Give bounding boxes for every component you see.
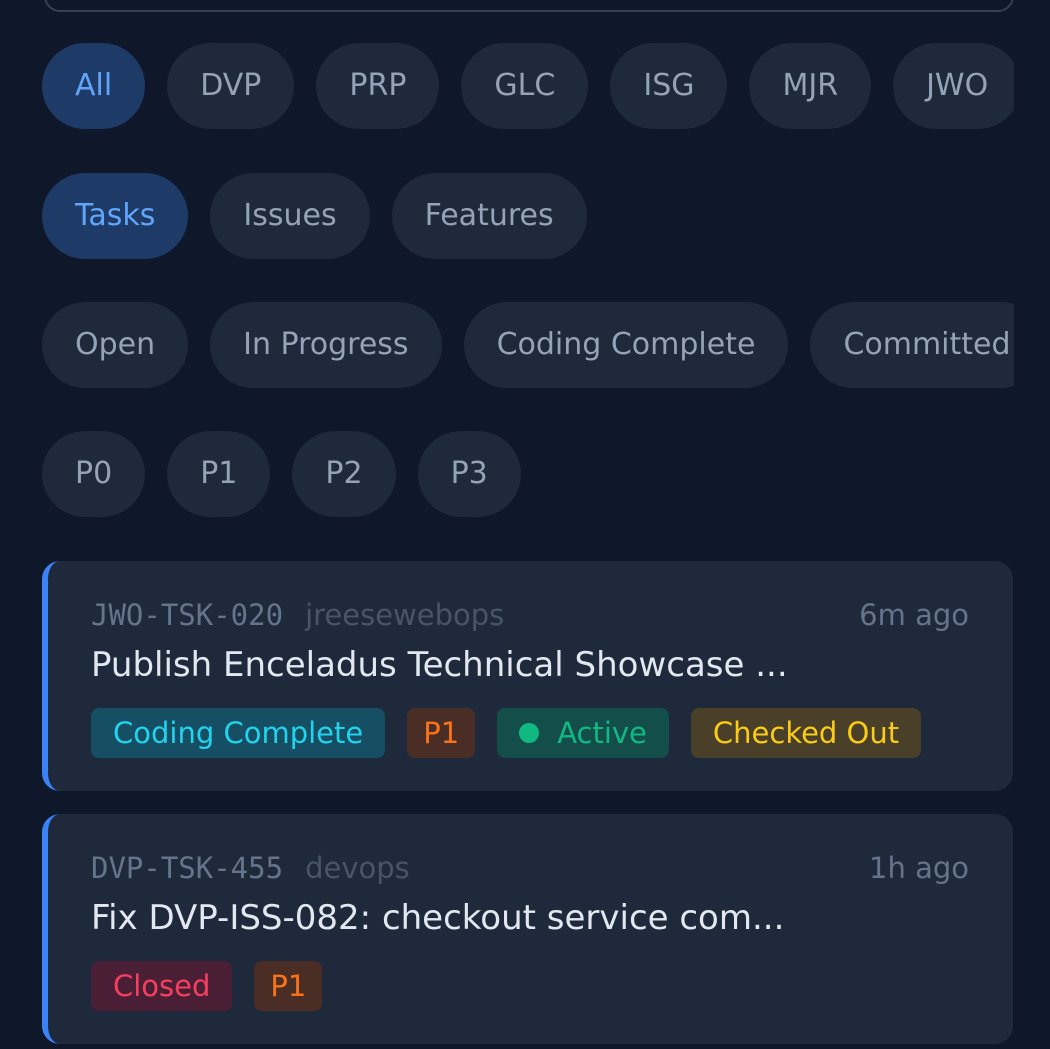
task-timestamp: 6m ago: [859, 598, 969, 632]
filter-chip-priority-p1[interactable]: P1: [167, 431, 271, 517]
filter-chip-type-features[interactable]: Features: [391, 173, 587, 259]
active-dot-icon: [519, 723, 540, 743]
task-title: Publish Enceladus Technical Showcase ...: [91, 645, 788, 685]
task-list-screen: All DVP PRP GLC ISG MJR JWO Tasks Issues…: [0, 0, 1050, 1049]
status-filter-row: Open In Progress Coding Complete Committ…: [42, 302, 1014, 390]
filter-chip-priority-p0[interactable]: P0: [42, 431, 146, 517]
status-badge: Coding Complete: [91, 708, 386, 758]
priority-badge: P1: [407, 708, 476, 758]
task-tags: Coding Complete P1 Active Checked Out: [91, 708, 922, 758]
task-meta: JWO-TSK-020 jreesewebops 6m ago: [91, 597, 969, 633]
filter-chip-project-mjr[interactable]: MJR: [749, 43, 872, 129]
filter-chip-project-glc[interactable]: GLC: [461, 43, 589, 129]
task-timestamp: 1h ago: [869, 851, 969, 885]
priority-badge: P1: [254, 961, 323, 1011]
filter-chip-project-isg[interactable]: ISG: [610, 43, 728, 129]
filter-chip-project-jwo[interactable]: JWO: [893, 43, 1014, 129]
task-owner: jreesewebops: [305, 598, 505, 632]
task-card[interactable]: JWO-TSK-020 jreesewebops 6m ago Publish …: [42, 561, 1013, 791]
task-id: JWO-TSK-020: [91, 598, 284, 632]
task-owner: devops: [305, 851, 410, 885]
status-badge: Closed: [91, 961, 233, 1011]
filter-chip-status-open[interactable]: Open: [42, 302, 189, 388]
filter-chip-status-coding-complete[interactable]: Coding Complete: [463, 302, 789, 388]
task-tags: Closed P1: [91, 961, 323, 1011]
filter-chip-type-tasks[interactable]: Tasks: [42, 173, 189, 259]
task-title: Fix DVP-ISS-082: checkout service com...: [91, 898, 785, 938]
priority-filter-row: P0 P1 P2 P3: [42, 431, 1014, 519]
filter-chip-status-committed[interactable]: Committed: [810, 302, 1014, 388]
filter-chip-priority-p2[interactable]: P2: [292, 431, 396, 517]
search-input[interactable]: [44, 0, 1014, 12]
filter-chip-type-issues[interactable]: Issues: [210, 173, 370, 259]
task-id: DVP-TSK-455: [91, 851, 284, 885]
filter-chip-project-prp[interactable]: PRP: [316, 43, 440, 129]
filter-chip-priority-p3[interactable]: P3: [417, 431, 521, 517]
filter-chip-status-in-progress[interactable]: In Progress: [210, 302, 442, 388]
task-card[interactable]: DVP-TSK-455 devops 1h ago Fix DVP-ISS-08…: [42, 814, 1013, 1044]
project-filter-row: All DVP PRP GLC ISG MJR JWO: [42, 43, 1014, 131]
filter-chip-project-dvp[interactable]: DVP: [167, 43, 295, 129]
type-filter-row: Tasks Issues Features: [42, 173, 1014, 261]
active-badge-label: Active: [557, 716, 647, 750]
task-meta: DVP-TSK-455 devops 1h ago: [91, 850, 969, 886]
filter-chip-project-all[interactable]: All: [42, 43, 146, 129]
checkout-badge: Checked Out: [690, 708, 922, 758]
active-badge: Active: [497, 708, 669, 758]
